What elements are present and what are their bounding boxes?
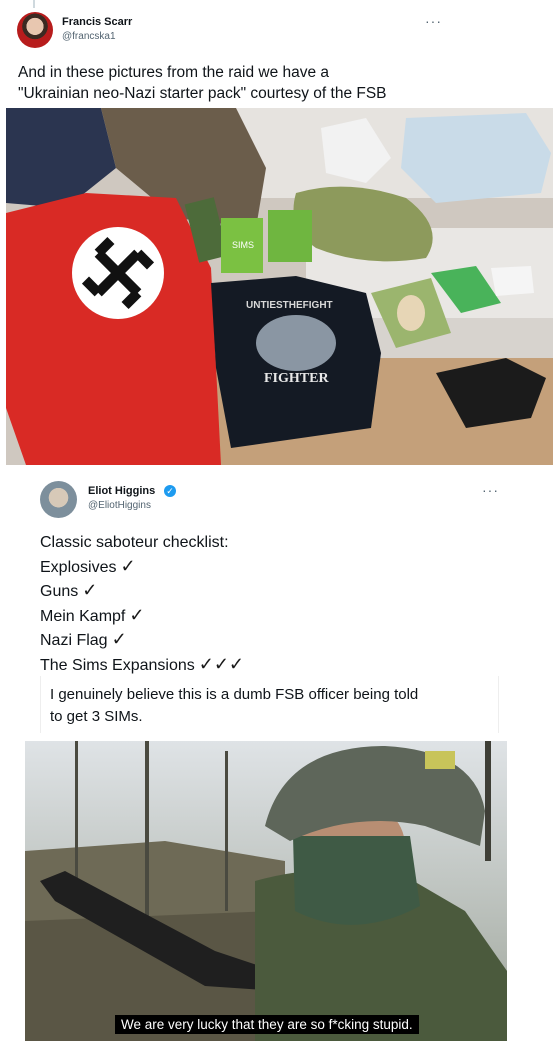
list-item: Guns ✓ — [40, 579, 244, 604]
verified-badge-icon: ✓ — [164, 485, 176, 497]
avatar[interactable] — [40, 481, 77, 518]
list-item: Nazi Flag ✓ — [40, 628, 244, 653]
list-item-label: Nazi Flag — [40, 632, 108, 649]
author-handle[interactable]: @francska1 — [62, 31, 116, 42]
soldier-image — [25, 741, 507, 1041]
check-mark-icon: ✓ — [111, 629, 127, 649]
check-mark-icon: ✓ — [82, 580, 98, 600]
tweet-text: Classic saboteur checklist: Explosives ✓ … — [40, 532, 244, 677]
more-options-icon[interactable]: ··· — [425, 13, 442, 29]
list-item-label: The Sims Expansions — [40, 656, 195, 674]
check-mark-icon: ✓ — [120, 555, 136, 576]
list-item-label: Mein Kampf — [40, 607, 126, 625]
tweet-video-still[interactable]: We are very lucky that they are so f*cki… — [25, 741, 507, 1041]
shirt-bottom-text: FIGHTER — [264, 371, 329, 386]
checklist-title: Classic saboteur checklist: — [40, 534, 229, 551]
tweet-photo-raid-items[interactable]: SIMS UNTIESTHEFIGHT FIGHTER — [6, 108, 553, 465]
author-name[interactable]: Eliot Higgins — [88, 485, 155, 497]
list-item: The Sims Expansions ✓✓✓ — [40, 653, 244, 678]
check-mark-icon: ✓ — [129, 604, 145, 625]
author-name[interactable]: Francis Scarr — [62, 16, 132, 28]
author-handle[interactable]: @EliotHiggins — [88, 500, 151, 511]
tweet-text-line: "Ukrainian neo-Nazi starter pack" courte… — [18, 85, 387, 102]
list-item: Explosives ✓ — [40, 555, 244, 580]
check-mark-icon: ✓✓✓ — [198, 653, 244, 674]
list-item-label: Guns — [40, 583, 79, 600]
video-subtitle: We are very lucky that they are so f*cki… — [115, 1015, 419, 1034]
list-item-label: Explosives — [40, 558, 117, 576]
sims-box-label: SIMS — [232, 240, 254, 250]
list-item: Mein Kampf ✓ — [40, 604, 244, 629]
avatar[interactable] — [17, 12, 53, 48]
thread-connector — [33, 0, 35, 8]
tweet-text: And in these pictures from the raid we h… — [18, 62, 448, 104]
shirt-top-text: UNTIESTHEFIGHT — [246, 300, 333, 311]
quote-text-line: to get 3 SIMs. — [50, 708, 143, 725]
more-options-icon[interactable]: ··· — [482, 482, 499, 498]
quote-text: I genuinely believe this is a dumb FSB o… — [50, 684, 490, 728]
tweet-text-line: And in these pictures from the raid we h… — [18, 64, 330, 81]
quote-text-line: I genuinely believe this is a dumb FSB o… — [50, 686, 419, 703]
raid-photo-illustration: SIMS UNTIESTHEFIGHT FIGHTER — [6, 108, 553, 465]
